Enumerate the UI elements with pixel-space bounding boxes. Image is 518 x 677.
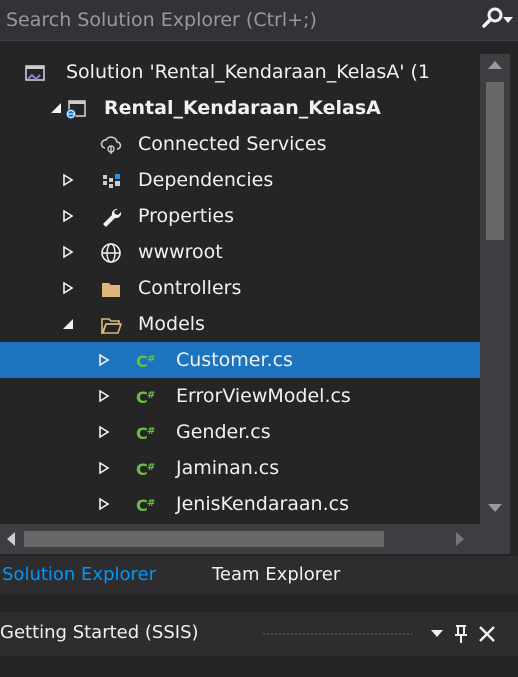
solution-icon — [25, 65, 45, 81]
expanded-arrow-icon[interactable] — [50, 102, 62, 114]
dependencies-icon — [103, 174, 120, 188]
tree-item-label: Solution 'Rental_Kendaraan_KelasA' (1 — [66, 61, 430, 83]
tree-item-label: Connected Services — [138, 133, 327, 155]
svg-text:#: # — [147, 390, 155, 401]
csharp-file-icon: C # — [136, 424, 155, 443]
tree-item-label: Models — [138, 313, 205, 335]
tab-team-explorer-label: Team Explorer — [212, 564, 341, 585]
svg-text:C: C — [136, 352, 148, 371]
horizontal-scrollbar[interactable] — [0, 524, 480, 554]
tree-item[interactable]: wwwroot — [0, 234, 480, 270]
search-bar — [0, 0, 518, 41]
collapsed-arrow-icon[interactable] — [62, 282, 74, 294]
tree-item-label: Rental_Kendaraan_KelasA — [104, 97, 381, 119]
horizontal-scroll-thumb[interactable] — [24, 531, 384, 547]
tree-item[interactable]: Dependencies — [0, 162, 480, 198]
scroll-down-arrow-icon[interactable] — [487, 503, 503, 513]
getting-started-title: Getting Started (SSIS) — [0, 622, 199, 643]
search-icon[interactable] — [481, 6, 505, 30]
scrollbar-corner — [480, 524, 510, 554]
tree-item[interactable]: Controllers — [0, 270, 480, 306]
getting-started-header: Getting Started (SSIS) — [0, 612, 518, 656]
wrench-icon — [103, 208, 122, 227]
csharp-file-icon: C # — [136, 388, 155, 407]
tree-item-label: Jaminan.cs — [176, 457, 280, 479]
window-menu-dropdown-icon[interactable] — [431, 630, 443, 638]
collapsed-arrow-icon[interactable] — [98, 498, 110, 510]
tree-item-label: ErrorViewModel.cs — [176, 385, 351, 407]
tree-item-label: Properties — [138, 205, 235, 227]
tool-window-tabs: Solution Explorer Team Explorer — [0, 556, 518, 594]
svg-text:C: C — [136, 388, 148, 407]
scroll-right-arrow-icon[interactable] — [455, 532, 465, 546]
tree-item[interactable]: C # Jaminan.cs — [0, 450, 480, 486]
folder-open-icon — [100, 318, 122, 334]
collapsed-arrow-icon[interactable] — [98, 462, 110, 474]
collapsed-arrow-icon[interactable] — [98, 390, 110, 402]
svg-text:C: C — [136, 424, 148, 443]
tree-item[interactable]: Rental_Kendaraan_KelasA — [0, 90, 480, 126]
svg-text:#: # — [147, 354, 155, 365]
vertical-scrollbar[interactable] — [480, 54, 510, 524]
tree-item-label: JenisKendaraan.cs — [176, 493, 349, 515]
search-input[interactable] — [6, 7, 436, 33]
tree-item[interactable]: Connected Services — [0, 126, 480, 162]
collapsed-arrow-icon[interactable] — [62, 174, 74, 186]
globe-icon — [101, 243, 121, 263]
csharp-file-icon: C # — [136, 496, 155, 515]
folder-icon — [102, 283, 120, 297]
connected-services-icon — [100, 136, 122, 154]
tree-item[interactable]: Models — [0, 306, 480, 342]
pin-icon[interactable] — [454, 624, 468, 644]
tab-team-explorer[interactable]: Team Explorer — [212, 556, 372, 594]
tree-item[interactable]: C # JenisKendaraan.cs — [0, 486, 480, 522]
close-icon[interactable] — [478, 625, 496, 643]
collapsed-arrow-icon[interactable] — [98, 354, 110, 366]
vertical-scroll-thumb[interactable] — [486, 82, 504, 240]
tree-item-label: Controllers — [138, 277, 242, 299]
tree-item[interactable]: C # ErrorViewModel.cs — [0, 378, 480, 414]
collapsed-arrow-icon[interactable] — [62, 246, 74, 258]
chevron-down-icon[interactable] — [503, 16, 513, 24]
tree-item[interactable]: C # Customer.cs — [0, 342, 480, 378]
tree-item-label: Gender.cs — [176, 421, 271, 443]
csharp-file-icon: C # — [136, 460, 155, 479]
svg-text:#: # — [147, 498, 155, 509]
svg-text:C: C — [136, 460, 148, 479]
svg-text:#: # — [147, 426, 155, 437]
collapsed-arrow-icon[interactable] — [98, 426, 110, 438]
tree-item[interactable]: Properties — [0, 198, 480, 234]
solution-tree: Solution 'Rental_Kendaraan_KelasA' (1 Ren… — [0, 54, 480, 524]
tab-solution-explorer[interactable]: Solution Explorer — [0, 556, 202, 594]
tree-item-label: wwwroot — [138, 241, 223, 263]
pane-body — [0, 656, 518, 677]
tree-item[interactable]: C # Gender.cs — [0, 414, 480, 450]
tab-solution-explorer-label: Solution Explorer — [2, 564, 156, 585]
expanded-arrow-icon[interactable] — [62, 318, 74, 330]
drag-grip[interactable] — [262, 632, 412, 636]
web-project-icon — [66, 100, 86, 119]
tree-item-label: Dependencies — [138, 169, 274, 191]
svg-text:#: # — [147, 462, 155, 473]
scroll-left-arrow-icon[interactable] — [6, 532, 16, 546]
svg-text:C: C — [136, 496, 148, 515]
scroll-up-arrow-icon[interactable] — [487, 60, 503, 70]
tree-item-label: Customer.cs — [176, 349, 293, 371]
csharp-file-icon: C # — [136, 352, 155, 371]
tree-item[interactable]: Solution 'Rental_Kendaraan_KelasA' (1 — [0, 54, 480, 90]
collapsed-arrow-icon[interactable] — [62, 210, 74, 222]
